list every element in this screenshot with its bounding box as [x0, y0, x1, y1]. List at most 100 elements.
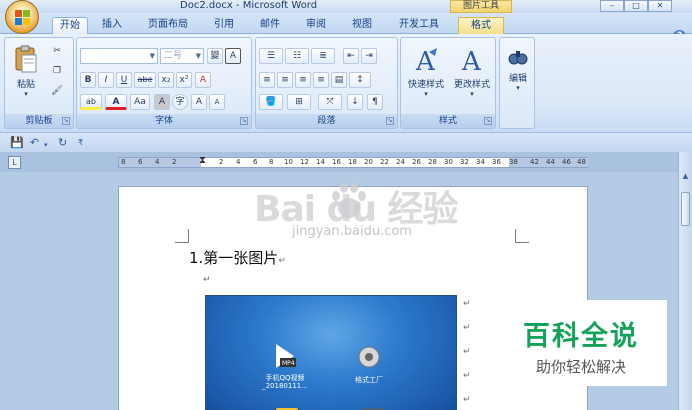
decrease-indent-icon[interactable]: ⇤ [343, 48, 359, 64]
line1-text: 1.第一张图片 [189, 249, 279, 267]
highlight-button[interactable]: ab [80, 94, 102, 110]
styles-launcher-icon[interactable]: ↘ [484, 117, 492, 125]
character-border-button[interactable]: A [225, 48, 241, 64]
change-styles-label: 更改样式 [453, 80, 490, 90]
show-marks-icon[interactable]: ¶ [367, 94, 383, 110]
multilevel-list-icon[interactable]: ≣ [311, 48, 335, 64]
baidu-paw-icon [332, 183, 366, 218]
paste-icon [15, 45, 37, 73]
paragraph-mark: ↵ [463, 299, 471, 309]
character-shading-button[interactable]: A [154, 94, 170, 110]
distributed-icon[interactable]: ▤ [331, 72, 347, 88]
font-launcher-icon[interactable]: ↘ [240, 117, 248, 125]
numbering-icon[interactable]: ☷ [285, 48, 309, 64]
paragraph-mark: ↵ [203, 275, 211, 285]
line-spacing-icon[interactable]: ↕ [349, 72, 371, 88]
indent-marker-icon[interactable]: ⧗ [199, 155, 206, 170]
vertical-scrollbar[interactable]: ▲ [678, 152, 692, 410]
restore-button[interactable]: □ [624, 0, 648, 12]
ruler-number: 4 [155, 158, 160, 166]
strikethrough-button[interactable]: abe [134, 72, 156, 88]
customize-qat-icon[interactable]: ₹ [78, 137, 83, 149]
tab-format[interactable]: 格式 [458, 17, 504, 34]
ruler-number: 12 [300, 158, 309, 166]
subscript-button[interactable]: x₂ [158, 72, 174, 88]
ruler-number: 6 [138, 158, 143, 166]
font-name-value [81, 51, 84, 61]
change-styles-button[interactable]: A 更改样式 ▾ [449, 46, 495, 98]
scrollbar-thumb[interactable] [681, 192, 690, 226]
undo-icon[interactable]: ↶ [30, 137, 39, 149]
ruler-row: L 8 6 4 2 2 4 6 8 10 12 14 16 18 20 22 2… [0, 152, 692, 172]
ruler-number: 2 [219, 158, 224, 166]
editing-button[interactable]: 编辑 ▾ [502, 46, 534, 92]
format-painter-icon[interactable]: 🖌 [49, 84, 65, 100]
save-icon[interactable]: 💾 [10, 137, 24, 149]
tab-view[interactable]: 视图 [346, 17, 378, 34]
bullets-icon[interactable]: ☰ [259, 48, 283, 64]
desktop-icon-video-label: 手机QQ视频_20180111... [262, 374, 308, 390]
paste-dropdown-icon[interactable]: ▾ [11, 90, 41, 98]
crop-mark [515, 229, 529, 243]
paragraph-launcher-icon[interactable]: ↘ [386, 117, 394, 125]
tab-insert[interactable]: 插入 [96, 17, 128, 34]
document-line-1[interactable]: 1.第一张图片↵ [189, 247, 286, 268]
chevron-down-icon[interactable]: ▾ [44, 139, 48, 151]
cut-icon[interactable]: ✂ [49, 44, 65, 60]
chinese-layout-icon[interactable]: ⤧ [318, 94, 342, 110]
font-size-combo[interactable]: 二号 ▼ [160, 48, 204, 64]
desktop-icon-video: MP4 手机QQ视频_20180111... [258, 342, 312, 390]
paste-button[interactable]: 粘贴 ▾ [11, 44, 41, 98]
sort-icon[interactable]: ↓ [347, 94, 363, 110]
scroll-up-icon[interactable]: ▲ [681, 172, 690, 182]
copy-icon[interactable]: ❐ [49, 64, 65, 80]
align-right-icon[interactable]: ≡ [295, 72, 311, 88]
ruler-number: 10 [284, 158, 293, 166]
shading-icon[interactable]: 🪣 [259, 94, 283, 110]
quick-styles-button[interactable]: A 快速样式 ▾ [403, 46, 449, 98]
grow-font-button[interactable]: A [191, 94, 207, 110]
underline-button[interactable]: U [116, 72, 132, 88]
minimize-button[interactable]: – [600, 0, 624, 12]
clear-formatting-button[interactable]: A [195, 72, 211, 88]
borders-icon[interactable]: ⊞ [287, 94, 311, 110]
office-button[interactable] [5, 0, 39, 34]
font-name-combo[interactable]: ▼ [80, 48, 158, 64]
change-case-button[interactable]: Aa [130, 94, 150, 110]
chevron-down-icon: ▼ [149, 52, 155, 60]
window-controls: – □ ✕ [600, 0, 672, 12]
tab-mailings[interactable]: 邮件 [254, 17, 286, 34]
align-center-icon[interactable]: ≡ [277, 72, 293, 88]
editing-label: 编辑 [508, 74, 527, 84]
ruler-number: 16 [332, 158, 341, 166]
tab-review[interactable]: 审阅 [300, 17, 332, 34]
ruler-number: 22 [380, 158, 389, 166]
window-title: Doc2.docx - Microsoft Word [180, 0, 318, 11]
tab-selector-icon[interactable]: L [8, 156, 21, 169]
ruler-number: 48 [577, 158, 586, 166]
quick-styles-label: 快速样式 [407, 80, 444, 90]
justify-icon[interactable]: ≡ [313, 72, 329, 88]
inserted-picture[interactable]: MP4 手机QQ视频_20180111... 格式工厂 [205, 295, 457, 410]
tab-page-layout[interactable]: 页面布局 [142, 17, 194, 34]
tab-home[interactable]: 开始 [52, 17, 88, 34]
superscript-button[interactable]: x² [176, 72, 192, 88]
badge-subtitle: 助你轻松解决 [535, 358, 626, 376]
bold-button[interactable]: B [80, 72, 96, 88]
increase-indent-icon[interactable]: ⇥ [361, 48, 377, 64]
chevron-down-icon: ▾ [424, 90, 428, 98]
close-button[interactable]: ✕ [648, 0, 672, 12]
phonetic-guide-button[interactable]: 變 [207, 48, 223, 64]
baidu-watermark: Bai du 经验 jingyan.baidu.com [240, 180, 500, 240]
ruler-number: 46 [562, 158, 571, 166]
clipboard-launcher-icon[interactable]: ↘ [62, 117, 70, 125]
font-color-button[interactable]: A [105, 94, 127, 110]
enclose-characters-button[interactable]: 字 [172, 94, 188, 110]
align-left-icon[interactable]: ≡ [259, 72, 275, 88]
italic-button[interactable]: I [98, 72, 114, 88]
redo-icon[interactable]: ↻ [58, 137, 67, 149]
svg-text:A: A [461, 47, 482, 74]
shrink-font-button[interactable]: A [209, 94, 225, 110]
tab-references[interactable]: 引用 [208, 17, 240, 34]
tab-developer[interactable]: 开发工具 [392, 17, 446, 34]
